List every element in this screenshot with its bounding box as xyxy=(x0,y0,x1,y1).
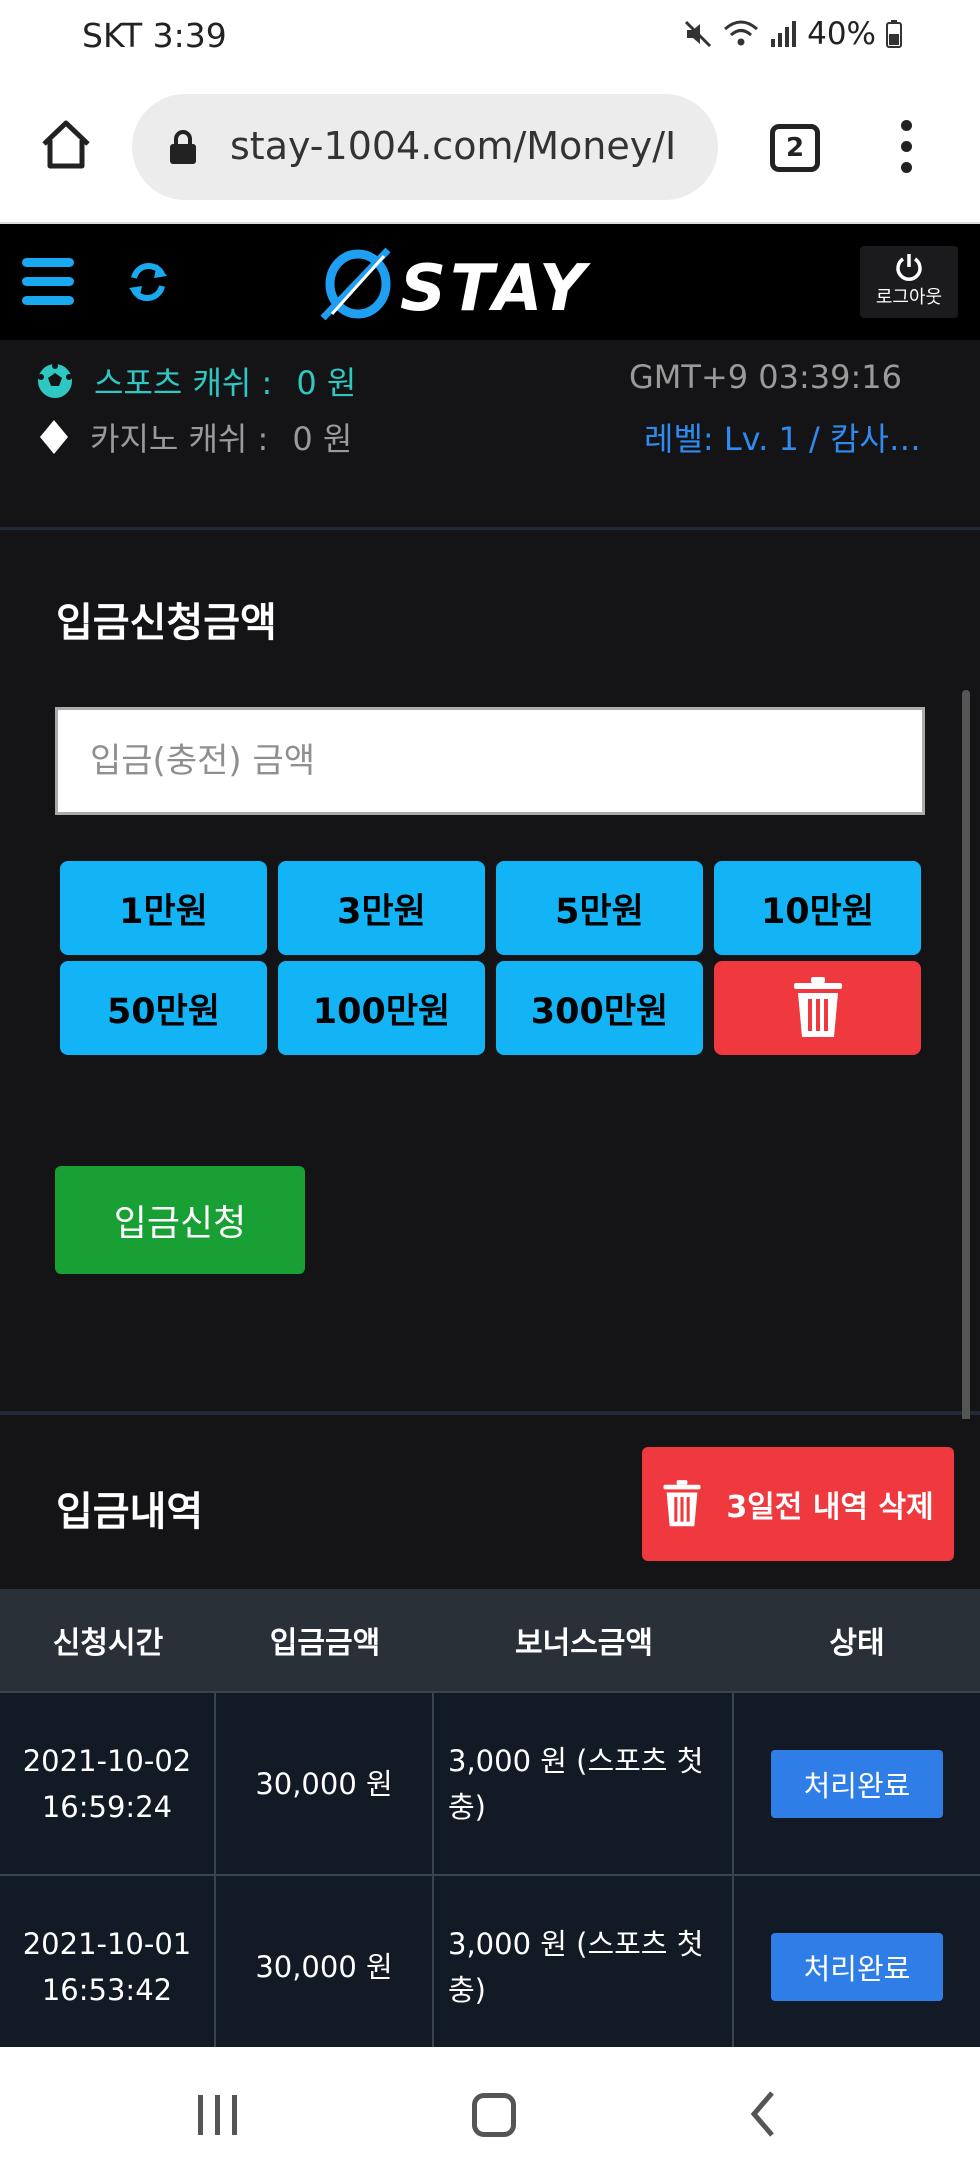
amount-button-3000000[interactable]: 300만원 xyxy=(496,961,703,1055)
site-header: STAY 로그아웃 xyxy=(0,224,980,340)
refresh-icon[interactable] xyxy=(124,258,172,306)
cell-bonus: 3,000 원 (스포츠 첫충) xyxy=(434,1693,734,1874)
browser-toolbar: stay-1004.com/Money/I 2 xyxy=(0,76,980,224)
tab-switcher-button[interactable]: 2 xyxy=(770,124,820,172)
amount-button-100000[interactable]: 10만원 xyxy=(714,861,921,955)
battery-percent: 40% xyxy=(807,16,876,52)
amount-button-500000[interactable]: 50만원 xyxy=(60,961,267,1055)
row-time: 16:53:42 xyxy=(41,1972,173,2007)
deposit-history-header: 입금내역 3일전 내역 삭제 xyxy=(0,1419,980,1589)
battery-icon xyxy=(886,20,902,48)
url-text: stay-1004.com/Money/I xyxy=(230,124,677,168)
amount-button-10000[interactable]: 1만원 xyxy=(60,861,267,955)
svg-text:STAY: STAY xyxy=(400,252,591,324)
deposit-panel: 입금신청금액 1만원 3만원 5만원 10만원 50만원 100만원 300만원… xyxy=(0,530,980,1415)
diamond-icon xyxy=(40,420,68,454)
cell-status: 처리완료 xyxy=(734,1876,980,2057)
table-row: 2021-10-02 16:59:24 30,000 원 3,000 원 (스포츠… xyxy=(0,1691,980,1874)
status-badge[interactable]: 처리완료 xyxy=(771,1749,943,1818)
url-bar[interactable]: stay-1004.com/Money/I xyxy=(132,94,718,200)
casino-cash-label: 카지노 캐쉬 : xyxy=(90,420,269,458)
cell-amount: 30,000 원 xyxy=(216,1693,434,1874)
carrier-time: SKT 3:39 xyxy=(82,16,227,55)
power-icon xyxy=(896,254,922,281)
trash-icon xyxy=(793,977,842,1037)
row-date: 2021-10-01 xyxy=(22,1926,192,1961)
table-row: 2021-10-01 16:53:42 30,000 원 3,000 원 (스포츠… xyxy=(0,1874,980,2057)
account-info: 스포츠 캐쉬 : 0 원 카지노 캐쉬 : 0 원 GMT+9 03:39:16… xyxy=(0,340,980,530)
status-badge[interactable]: 처리완료 xyxy=(771,1932,943,2001)
amount-button-30000[interactable]: 3만원 xyxy=(278,861,485,955)
logout-button[interactable]: 로그아웃 xyxy=(860,246,958,318)
user-level[interactable]: 레벨: Lv. 1 / 캄사합니다 xyxy=(644,414,944,460)
row-date: 2021-10-02 xyxy=(22,1743,192,1778)
cell-status: 처리완료 xyxy=(734,1693,980,1874)
amount-button-1000000[interactable]: 100만원 xyxy=(278,961,485,1055)
mute-icon xyxy=(685,20,712,48)
casino-cash: 카지노 캐쉬 : 0 원 xyxy=(38,414,352,460)
sports-cash-value: 0 원 xyxy=(296,364,357,402)
system-nav-bar xyxy=(0,2047,980,2177)
cell-amount: 30,000 원 xyxy=(216,1876,434,2057)
lock-icon xyxy=(170,130,196,164)
clear-amount-button[interactable] xyxy=(714,961,921,1055)
scrollbar[interactable] xyxy=(962,690,970,1490)
amount-button-50000[interactable]: 5만원 xyxy=(496,861,703,955)
column-header-status: 상태 xyxy=(829,1626,885,1661)
server-clock: GMT+9 03:39:16 xyxy=(628,358,902,396)
home-icon[interactable] xyxy=(38,116,94,172)
trash-icon xyxy=(663,1480,701,1527)
history-title: 입금내역 xyxy=(56,1489,204,1535)
cell-time: 2021-10-02 16:59:24 xyxy=(0,1693,216,1874)
deposit-history-table: 신청시간 입금금액 보너스금액 상태 2021-10-02 16:59:24 30… xyxy=(0,1589,980,2057)
delete-old-history-label: 3일전 내역 삭제 xyxy=(726,1490,934,1525)
stay-logo[interactable]: STAY xyxy=(318,244,668,324)
column-header-bonus: 보너스금액 xyxy=(515,1626,653,1661)
casino-cash-value: 0 원 xyxy=(292,420,353,458)
deposit-submit-button[interactable]: 입금신청 xyxy=(55,1166,305,1274)
back-icon[interactable] xyxy=(748,2089,778,2139)
sports-cash-label: 스포츠 캐쉬 : xyxy=(94,364,273,402)
signal-icon xyxy=(771,21,797,47)
deposit-amount-input[interactable] xyxy=(55,707,925,815)
column-header-amount: 입금금액 xyxy=(269,1626,381,1661)
delete-old-history-button[interactable]: 3일전 내역 삭제 xyxy=(642,1447,954,1561)
cell-time: 2021-10-01 16:53:42 xyxy=(0,1876,216,2057)
cell-bonus: 3,000 원 (스포츠 첫충) xyxy=(434,1876,734,2057)
more-icon[interactable] xyxy=(896,120,916,180)
deposit-title: 입금신청금액 xyxy=(56,600,277,646)
table-header: 신청시간 입금금액 보너스금액 상태 xyxy=(0,1589,980,1691)
wifi-icon xyxy=(724,20,759,46)
recent-apps-icon[interactable] xyxy=(198,2095,237,2135)
menu-icon[interactable] xyxy=(22,258,74,306)
logout-label: 로그아웃 xyxy=(875,287,943,308)
column-header-time: 신청시간 xyxy=(52,1626,164,1661)
soccer-ball-icon xyxy=(38,363,72,398)
row-time: 16:59:24 xyxy=(41,1789,173,1824)
home-nav-icon[interactable] xyxy=(472,2093,516,2137)
sports-cash: 스포츠 캐쉬 : 0 원 xyxy=(36,358,356,404)
status-icons: 40% xyxy=(683,16,902,52)
phone-status-bar: SKT 3:39 40% xyxy=(0,0,980,76)
